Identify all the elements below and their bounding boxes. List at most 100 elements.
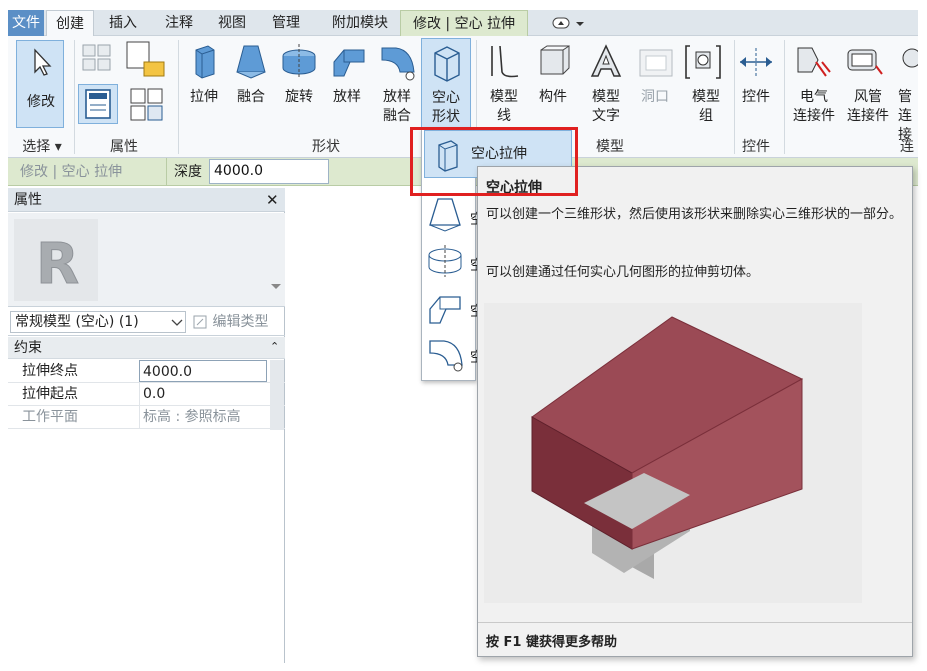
sweep-icon [333, 49, 365, 77]
tab-file[interactable]: 文件 [8, 10, 44, 36]
void-forms-menu-item-label[interactable]: 空心旋转 [470, 255, 477, 275]
model-group-label-2: 组 [699, 108, 713, 124]
tooltip-description-2: 可以创建通过任何实心几何图形的拉伸剪切体。 [486, 265, 760, 280]
duct-connector-button[interactable]: 风管 连接件 [840, 88, 896, 126]
tab-create[interactable]: 创建 [46, 10, 94, 37]
constraints-section-header[interactable]: 约束 ⌃ [8, 337, 285, 359]
revit-logo-preview: R [14, 219, 98, 301]
void-forms-menu-item-label[interactable]: 空心放样融合 [470, 347, 477, 367]
modify-button[interactable]: 修改 [16, 40, 64, 128]
revolve-icon [282, 44, 316, 78]
model-group-button[interactable]: 模型 组 [682, 88, 730, 126]
tab-manage[interactable]: 管理 [262, 10, 310, 36]
tab-addins[interactable]: 附加模块 [316, 10, 404, 36]
chevron-down-icon [171, 319, 183, 326]
component-icon [540, 45, 570, 75]
void-forms-label-1: 空心 [432, 90, 460, 106]
property-row-extrusion-end: 拉伸终点 4000.0 [8, 360, 285, 383]
electrical-connector-label-1: 电气 [800, 89, 828, 105]
properties-palette-icon [85, 89, 111, 119]
extrusion-end-input[interactable]: 4000.0 [139, 360, 267, 382]
property-row-extrusion-start: 拉伸起点 0.0 [8, 383, 285, 406]
collapse-icon: ⌃ [270, 340, 280, 353]
ribbon-tab-bar: 文件 创建 插入 注释 视图 管理 附加模块 修改 | 空心 拉伸 [8, 10, 918, 37]
type-selector-preview[interactable]: R [8, 213, 285, 307]
tooltip-help-hint: 按 F1 键获得更多帮助 [486, 635, 617, 650]
model-line-label-2: 线 [497, 108, 511, 124]
model-line-icon [491, 45, 519, 78]
duct-connector-label-1: 风管 [854, 89, 882, 105]
void-revolve-icon[interactable] [426, 243, 466, 279]
hollow-extrusion-illustration [531, 316, 804, 579]
properties-panel-label: 属性 [110, 139, 138, 155]
blend-button[interactable]: 融合 [228, 88, 274, 107]
properties-scrollbar[interactable] [270, 360, 284, 430]
revit-logo-icon: R [36, 232, 80, 298]
family-types-icon[interactable] [124, 40, 168, 80]
opening-button: 洞口 [641, 89, 669, 105]
revolve-button[interactable]: 旋转 [276, 88, 322, 107]
divider [74, 40, 75, 154]
electrical-connector-button[interactable]: 电气 连接件 [786, 88, 842, 126]
extrusion-button[interactable]: 拉伸 [182, 88, 226, 107]
tab-annotate[interactable]: 注释 [154, 10, 204, 36]
swept-blend-label-2: 融合 [383, 108, 411, 124]
constraints-section-label: 约束 [14, 340, 42, 356]
control-button[interactable]: 控件 [732, 88, 780, 107]
edit-type-button[interactable]: 编辑类型 [192, 310, 268, 334]
family-category-icon [82, 44, 111, 71]
ribbon-minimize-button[interactable] [550, 16, 588, 30]
select-panel-label[interactable]: 选择 ▾ [14, 136, 70, 156]
model-line-button[interactable]: 模型 线 [480, 88, 528, 126]
model-line-label-1: 模型 [490, 89, 518, 105]
tab-view[interactable]: 视图 [208, 10, 256, 36]
void-form-icon [434, 46, 460, 82]
void-forms-label-2: 形状 [432, 109, 460, 125]
depth-input[interactable]: 4000.0 [209, 159, 329, 184]
forms-panel-label: 形状 [312, 139, 340, 155]
tab-insert[interactable]: 插入 [98, 10, 148, 36]
property-key: 工作平面 [22, 409, 78, 425]
tooltip: 空心拉伸 可以创建一个三维形状，然后使用该形状来删除实心三维形状的一部分。 可以… [477, 166, 913, 657]
sweep-button[interactable]: 放样 [324, 88, 370, 107]
void-forms-menu-item-label[interactable]: 空心放样 [470, 301, 477, 321]
properties-toggle-button[interactable] [78, 84, 118, 124]
control-panel-label: 控件 [742, 139, 770, 155]
void-forms-button[interactable]: 空心 形状 [421, 38, 471, 128]
void-swept-blend-icon[interactable] [426, 335, 468, 375]
model-text-label-1: 模型 [592, 89, 620, 105]
model-text-icon [590, 44, 622, 77]
connectors-panel-label: 连 [900, 139, 914, 155]
pipe-connector-label-1: 管 [898, 89, 912, 105]
chevron-down-icon[interactable] [270, 283, 282, 291]
tab-modify-hollow-extrusion[interactable]: 修改 | 空心 拉伸 [400, 10, 528, 37]
close-icon[interactable]: ✕ [266, 188, 279, 212]
void-blend-icon[interactable] [428, 195, 464, 233]
type-filter-row: 常规模型 (空心) (1) 编辑类型 [8, 308, 285, 336]
type-dropdown[interactable]: 常规模型 (空心) (1) [10, 311, 186, 333]
void-sweep-icon[interactable] [426, 289, 466, 327]
divider [478, 622, 912, 623]
control-arrows-icon [740, 48, 772, 76]
model-group-icon [685, 45, 721, 79]
opening-icon [639, 49, 673, 77]
void-forms-menu-item-label[interactable]: 空心融合 [470, 209, 477, 229]
extrusion-start-input[interactable]: 0.0 [139, 383, 267, 405]
tooltip-illustration [484, 303, 862, 603]
edit-type-label: 编辑类型 [212, 314, 269, 330]
electrical-connector-icon [797, 47, 831, 77]
swept-blend-button[interactable]: 放样 融合 [372, 88, 422, 126]
highlight-box [410, 127, 578, 196]
model-text-button[interactable]: 模型 文字 [582, 88, 630, 126]
property-row-work-plane: 工作平面 标高 : 参照标高 [8, 406, 285, 429]
swept-blend-label-1: 放样 [383, 89, 411, 105]
property-key: 拉伸起点 [22, 386, 78, 402]
depth-label: 深度 [174, 164, 202, 180]
type-properties-icon[interactable] [128, 86, 168, 124]
blend-icon [236, 45, 266, 79]
work-plane-value: 标高 : 参照标高 [139, 406, 267, 428]
type-dropdown-value: 常规模型 (空心) (1) [15, 314, 139, 330]
component-button[interactable]: 构件 [530, 88, 576, 107]
ribbon-toggle-icon [552, 17, 584, 29]
edit-type-icon [193, 315, 207, 329]
